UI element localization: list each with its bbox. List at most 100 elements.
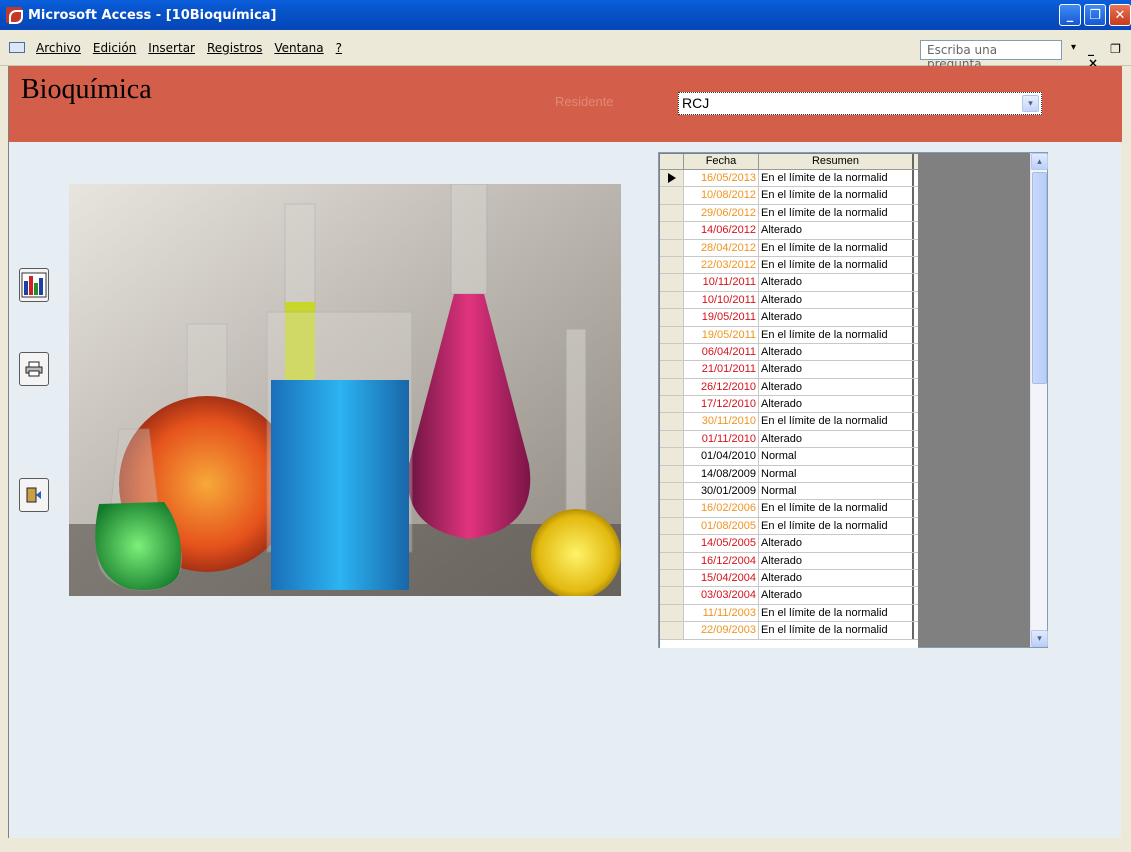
column-header-fecha[interactable]: Fecha (684, 154, 759, 169)
table-row[interactable]: 14/05/2005 Alterado (660, 535, 918, 553)
record-selector[interactable] (660, 622, 684, 639)
table-row[interactable]: 21/01/2011 Alterado (660, 361, 918, 379)
record-selector[interactable] (660, 500, 684, 517)
cell-resumen[interactable]: Alterado (759, 291, 914, 309)
form-icon[interactable] (6, 41, 28, 55)
record-selector[interactable] (660, 396, 684, 413)
cell-fecha[interactable]: 10/10/2011 (684, 291, 759, 309)
menu-ventana[interactable]: Ventana (274, 41, 323, 55)
ask-dropdown-arrow-icon[interactable]: ▾ (1071, 42, 1076, 53)
cell-resumen[interactable]: Alterado (759, 552, 914, 569)
record-selector[interactable] (660, 326, 684, 343)
cell-fecha[interactable]: 22/09/2003 (684, 622, 759, 639)
cell-resumen[interactable]: En el límite de la normalid (759, 239, 914, 256)
cell-resumen[interactable]: Normal (759, 483, 914, 500)
column-header-resumen[interactable]: Resumen (759, 154, 914, 169)
chevron-down-icon[interactable]: ▾ (1022, 95, 1039, 112)
cell-fecha[interactable]: 10/08/2012 (684, 187, 759, 204)
record-selector[interactable] (660, 343, 684, 361)
table-row[interactable]: 28/04/2012 En el límite de la normalid (660, 239, 918, 257)
table-row[interactable]: 26/12/2010 Alterado (660, 378, 918, 397)
cell-resumen[interactable]: Alterado (759, 343, 914, 361)
cell-fecha[interactable]: 28/04/2012 (684, 239, 759, 256)
ask-question-input[interactable]: Escriba una pregunta (920, 40, 1062, 71)
cell-resumen[interactable]: En el límite de la normalid (759, 622, 914, 639)
record-selector[interactable] (660, 378, 684, 396)
record-selector[interactable] (660, 517, 684, 535)
table-row[interactable]: 29/06/2012 En el límite de la normalid (660, 204, 918, 223)
cell-resumen[interactable]: En el límite de la normalid (759, 204, 914, 222)
record-selector[interactable] (660, 222, 684, 239)
cell-fecha[interactable]: 01/11/2010 (684, 430, 759, 448)
record-selector[interactable] (660, 569, 684, 587)
print-button[interactable] (19, 352, 49, 386)
record-selector[interactable] (660, 204, 684, 222)
resident-combobox[interactable]: RCJ ▾ (678, 92, 1042, 115)
record-selector[interactable] (660, 535, 684, 552)
cell-fecha[interactable]: 29/06/2012 (684, 204, 759, 222)
menu-insertar[interactable]: Insertar (148, 41, 195, 55)
record-selector[interactable] (660, 291, 684, 309)
record-selector[interactable] (660, 274, 684, 291)
menu-registros[interactable]: Registros (207, 41, 262, 55)
record-selector[interactable] (660, 483, 684, 500)
cell-resumen[interactable]: Alterado (759, 430, 914, 448)
scroll-thumb[interactable] (1032, 172, 1047, 384)
scroll-down-icon[interactable]: ▾ (1031, 630, 1048, 647)
record-selector[interactable] (660, 413, 684, 430)
table-row[interactable]: 11/11/2003 En el límite de la normalid (660, 604, 918, 623)
cell-fecha[interactable]: 14/06/2012 (684, 222, 759, 239)
record-selector[interactable] (660, 465, 684, 483)
cell-fecha[interactable]: 15/04/2004 (684, 569, 759, 587)
cell-resumen[interactable]: Alterado (759, 587, 914, 604)
table-row[interactable]: 03/03/2004 Alterado (660, 587, 918, 605)
cell-fecha[interactable]: 06/04/2011 (684, 343, 759, 361)
record-selector[interactable] (660, 430, 684, 448)
menu-edicion[interactable]: Edición (93, 41, 136, 55)
cell-fecha[interactable]: 26/12/2010 (684, 378, 759, 396)
table-row[interactable]: 16/05/2013 En el límite de la normalid (660, 170, 918, 188)
table-row[interactable]: 16/12/2004 Alterado (660, 552, 918, 570)
chart-button[interactable] (19, 268, 49, 302)
table-row[interactable]: 19/05/2011 Alterado (660, 309, 918, 327)
cell-resumen[interactable]: Alterado (759, 222, 914, 239)
cell-fecha[interactable]: 21/01/2011 (684, 361, 759, 378)
cell-fecha[interactable]: 19/05/2011 (684, 309, 759, 326)
table-row[interactable]: 06/04/2011 Alterado (660, 343, 918, 362)
cell-resumen[interactable]: En el límite de la normalid (759, 500, 914, 517)
select-all-cell[interactable] (660, 154, 684, 169)
results-datagrid[interactable]: Fecha Resumen 16/05/2013 En el límite de … (658, 152, 1048, 648)
record-selector[interactable] (660, 256, 684, 274)
scroll-up-icon[interactable]: ▴ (1031, 153, 1048, 170)
table-row[interactable]: 19/05/2011 En el límite de la normalid (660, 326, 918, 344)
cell-fecha[interactable]: 16/02/2006 (684, 500, 759, 517)
record-selector[interactable] (660, 239, 684, 256)
cell-resumen[interactable]: Alterado (759, 378, 914, 396)
restore-button[interactable]: ❐ (1084, 4, 1106, 26)
record-selector[interactable] (660, 170, 684, 187)
exit-button[interactable] (19, 478, 49, 512)
cell-resumen[interactable]: Alterado (759, 396, 914, 413)
cell-fecha[interactable]: 01/04/2010 (684, 448, 759, 465)
cell-resumen[interactable]: En el límite de la normalid (759, 170, 914, 187)
cell-resumen[interactable]: Alterado (759, 361, 914, 378)
table-row[interactable]: 15/04/2004 Alterado (660, 569, 918, 588)
cell-fecha[interactable]: 01/08/2005 (684, 517, 759, 535)
close-button[interactable]: ✕ (1109, 4, 1131, 26)
menu-archivo[interactable]: Archivo (36, 41, 81, 55)
table-row[interactable]: 17/12/2010 Alterado (660, 396, 918, 414)
cell-fecha[interactable]: 16/05/2013 (684, 170, 759, 187)
table-row[interactable]: 10/10/2011 Alterado (660, 291, 918, 310)
minimize-button[interactable]: _ (1059, 4, 1081, 26)
cell-fecha[interactable]: 10/11/2011 (684, 274, 759, 291)
cell-fecha[interactable]: 30/11/2010 (684, 413, 759, 430)
table-row[interactable]: 22/03/2012 En el límite de la normalid (660, 256, 918, 275)
record-selector[interactable] (660, 604, 684, 622)
vertical-scrollbar[interactable]: ▴ ▾ (1030, 153, 1048, 647)
record-selector[interactable] (660, 448, 684, 465)
cell-resumen[interactable]: En el límite de la normalid (759, 187, 914, 204)
cell-resumen[interactable]: En el límite de la normalid (759, 413, 914, 430)
table-row[interactable]: 14/08/2009 Normal (660, 465, 918, 484)
cell-resumen[interactable]: Normal (759, 465, 914, 483)
cell-fecha[interactable]: 16/12/2004 (684, 552, 759, 569)
